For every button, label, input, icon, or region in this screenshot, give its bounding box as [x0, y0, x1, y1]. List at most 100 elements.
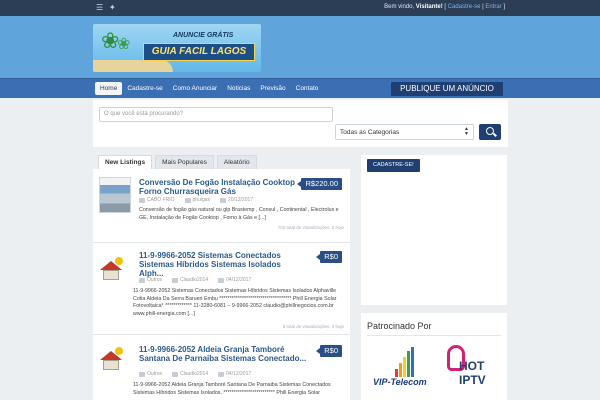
- listing-date-label: 04/12/2017: [226, 277, 252, 283]
- nav-item-cadastre[interactable]: Cadastre-se: [122, 82, 167, 95]
- listing-thumbnail[interactable]: [99, 177, 131, 213]
- listing-date: 04/12/2017: [218, 277, 251, 283]
- category-select[interactable]: Todas as Categorias ▲ ▼: [335, 124, 474, 140]
- listing-meta: CABO FRIO phulgas 20/12/2017: [139, 197, 253, 203]
- listing-author[interactable]: Claudio2014: [172, 277, 208, 283]
- listing-author-label: phulgas: [192, 197, 211, 203]
- sponsor-text-line1: HOT: [459, 359, 485, 373]
- listing-date: 20/12/2017: [220, 197, 253, 203]
- listing-meta: Outros Claudio2014 04/12/2017: [139, 277, 251, 283]
- user-icon: [172, 371, 179, 377]
- price-tag: R$0: [316, 251, 342, 263]
- signal-bars-icon: [395, 347, 414, 377]
- divider: [367, 335, 501, 336]
- nav-item-como-anunciar[interactable]: Como Anunciar: [168, 82, 222, 95]
- tab-aleatorio[interactable]: Aleatório: [216, 155, 257, 169]
- register-link[interactable]: Cadastre-se: [448, 4, 481, 10]
- twitter-icon[interactable]: ✦: [109, 4, 117, 12]
- welcome-prefix: Bem vindo,: [384, 4, 416, 10]
- signal-bar: [395, 369, 398, 377]
- listing-category[interactable]: CABO FRIO: [139, 197, 175, 203]
- publish-ad-button[interactable]: PUBLIQUE UM ANÚNCIO: [391, 82, 503, 96]
- category-select-value: Todas as Categorias: [340, 129, 400, 136]
- user-icon: [172, 277, 179, 283]
- listing-title[interactable]: 11-9-9966-2052 Aldeia Granja Tamboré San…: [139, 345, 307, 363]
- nav-item-previsao[interactable]: Previsão: [255, 82, 290, 95]
- logo-tagline: ANUNCIE GRÁTIS: [173, 32, 234, 39]
- nav-items: Home Cadastre-se Como Anunciar Noticias …: [95, 82, 323, 95]
- welcome-message: Bem vindo, Visitante! [ Cadastre-se | En…: [384, 4, 505, 10]
- list-item: Conversão De Fogão Instalação Cooktop Fo…: [93, 169, 350, 243]
- listing-meta: Outros Claudio2014 04/12/2017: [139, 371, 251, 377]
- folder-icon: [139, 197, 145, 203]
- listing-tabs: New Listings Mais Populares Aleatório: [98, 155, 257, 169]
- clock-icon: [218, 277, 225, 283]
- sponsor-ad-hot-iptv[interactable]: HOT IPTV: [441, 343, 495, 400]
- listing-description: Conversão de fogão gás natural ou glp Br…: [139, 207, 339, 221]
- listing-description: 11-9-9966-2052 Aldeia Granja Tamboré San…: [133, 382, 331, 396]
- house-wall: [103, 270, 119, 280]
- listing-category-label: CABO FRIO: [147, 197, 175, 203]
- listing-category[interactable]: Outros: [139, 277, 162, 283]
- palm-tree-icon: ❀: [117, 36, 131, 53]
- nav-item-home[interactable]: Home: [95, 82, 123, 95]
- nav-item-noticias[interactable]: Noticias: [222, 82, 255, 95]
- sponsor-ad-vip-telecom[interactable]: VIP-Telecom: [373, 343, 427, 400]
- nav-item-contato[interactable]: Contato: [291, 82, 324, 95]
- tab-new-listings[interactable]: New Listings: [98, 155, 153, 169]
- listing-title[interactable]: 11-9-9966-2052 Sistemas Conectados Siste…: [139, 251, 307, 278]
- signal-bar: [411, 347, 414, 377]
- search-icon-handle: [493, 132, 497, 137]
- listing-category-label: Outros: [147, 277, 163, 283]
- top-bar: ☰ ✦ Bem vindo, Visitante! [ Cadastre-se …: [0, 0, 600, 16]
- listing-views: 8 total de visualizações, 0 hoje: [282, 324, 344, 329]
- listing-date-label: 04/12/2017: [226, 371, 252, 377]
- listing-views: 702 total de visualizações, 0 hoje: [277, 225, 344, 230]
- tab-mais-populares[interactable]: Mais Populares: [155, 155, 214, 169]
- price-tag: R$0: [316, 345, 342, 357]
- price-tag: R$220.00: [297, 178, 342, 190]
- bracket-close: ]: [501, 4, 505, 10]
- register-button[interactable]: CADASTRE-SE!: [367, 159, 420, 172]
- listing-title[interactable]: Conversão De Fogão Instalação Cooktop Fo…: [139, 178, 307, 196]
- signal-bar: [399, 363, 402, 377]
- folder-icon: [139, 371, 145, 377]
- user-icon: [184, 197, 191, 203]
- sponsors-title: Patrocinado Por: [367, 321, 432, 331]
- list-item: 11-9-9966-2052 Sistemas Conectados Siste…: [93, 245, 350, 335]
- clock-icon: [220, 197, 227, 203]
- house-roof: [100, 351, 122, 360]
- site-header: ❀ ❀ ANUNCIE GRÁTIS GUIA FACIL LAGOS: [0, 16, 600, 78]
- listing-author[interactable]: phulgas: [184, 197, 211, 203]
- listing-description: 11-9-9966-2052 Sistemas Conectados Siste…: [133, 288, 337, 317]
- login-link[interactable]: Entrar: [485, 4, 501, 10]
- main-nav: Home Cadastre-se Como Anunciar Noticias …: [0, 78, 600, 98]
- house-wall: [103, 360, 119, 370]
- search-panel: O que você está procurando? Todas as Cat…: [93, 100, 508, 147]
- welcome-user: Visitante!: [415, 4, 443, 10]
- logo-sand: [93, 60, 173, 72]
- sponsors-widget: Patrocinado Por VIP-Telecom HOT IPTV: [361, 313, 507, 400]
- listing-thumbnail[interactable]: [99, 347, 125, 373]
- listing-category-label: Outros: [147, 371, 163, 377]
- search-input[interactable]: O que você está procurando?: [99, 107, 333, 122]
- social-links: ☰ ✦: [96, 4, 117, 12]
- sponsor-text: VIP-Telecom: [373, 377, 427, 387]
- listing-thumbnail[interactable]: [99, 257, 125, 283]
- sponsor-text-line2: IPTV: [459, 373, 486, 387]
- listing-category[interactable]: Outros: [139, 371, 162, 377]
- listing-author-label: Claudio2014: [180, 277, 209, 283]
- site-logo[interactable]: ❀ ❀ ANUNCIE GRÁTIS GUIA FACIL LAGOS: [93, 24, 261, 72]
- list-item: 11-9-9966-2052 Aldeia Granja Tamboré San…: [93, 339, 350, 400]
- signal-bar: [407, 351, 410, 377]
- listing-date-label: 20/12/2017: [228, 197, 254, 203]
- listing-author[interactable]: Claudio2014: [172, 371, 208, 377]
- listing-date: 04/12/2017: [218, 371, 251, 377]
- house-roof: [100, 261, 122, 270]
- search-button[interactable]: [479, 124, 501, 140]
- rss-icon[interactable]: ☰: [96, 4, 104, 12]
- clock-icon: [218, 371, 225, 377]
- logo-brand: GUIA FACIL LAGOS: [143, 43, 255, 61]
- signal-bar: [403, 357, 406, 377]
- listings-panel: Conversão De Fogão Instalação Cooktop Fo…: [93, 169, 350, 400]
